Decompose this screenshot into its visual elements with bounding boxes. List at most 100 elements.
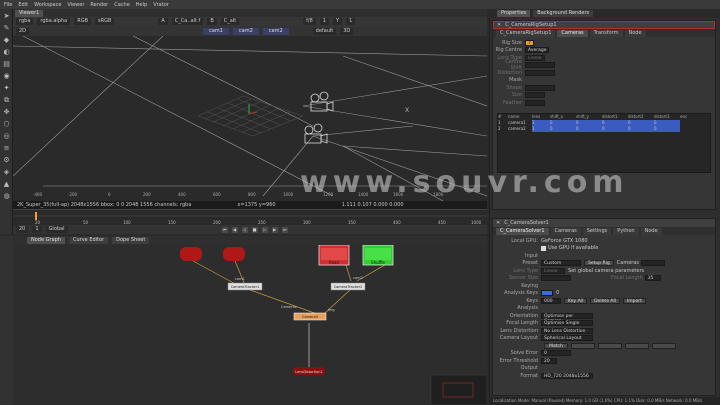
tab-properties[interactable]: Properties (497, 10, 531, 17)
play-back-icon[interactable]: ◁ (241, 226, 248, 233)
alpha-channel-select[interactable]: rgba.alpha (37, 18, 71, 25)
keys-field[interactable]: 000 (541, 297, 561, 304)
camera-layout-select[interactable]: Spherical Layout (541, 335, 593, 342)
lens-type-solver-select[interactable]: Linear (541, 267, 565, 274)
color-icon[interactable]: ◐ (2, 48, 11, 57)
subtab-transform[interactable]: Transform (589, 29, 623, 37)
subtab-cameras[interactable]: Cameras (557, 29, 588, 37)
gamma-value[interactable]: 1 (346, 18, 356, 25)
timeline[interactable]: 20 50 100 150 200 250 300 350 400 450 10… (13, 209, 487, 225)
play-icon[interactable]: ▷ (261, 226, 268, 233)
match-button[interactable]: Match (544, 342, 568, 349)
table-row[interactable]: 2 camera2 1 0 0 0 0 0 (498, 125, 710, 132)
menu-render[interactable]: Render (90, 2, 108, 8)
delete-all-button[interactable]: Delete All (590, 297, 620, 304)
input-b-label[interactable]: B (207, 18, 217, 25)
subtab-solver[interactable]: C_CameraSolver1 (496, 227, 549, 235)
orientation-select[interactable]: Optimise per Camera (541, 312, 593, 324)
analysis-keys-field[interactable] (541, 290, 553, 297)
menu-help[interactable]: Help (136, 2, 147, 8)
menu-cache[interactable]: Cache (114, 2, 130, 8)
stop-icon[interactable]: ■ (251, 226, 258, 233)
menu-vrator[interactable]: Vrator (153, 2, 169, 8)
next-key-icon[interactable]: ▶ (271, 226, 278, 233)
subtab-node[interactable]: Node (624, 29, 646, 37)
frame-field[interactable]: 20 (16, 226, 29, 233)
tab-viewer1[interactable]: Viewer1 (15, 9, 44, 17)
error-threshold-field[interactable]: 20 (541, 357, 557, 364)
tab-node-graph[interactable]: Node Graph (27, 237, 65, 244)
channel-select[interactable]: rgba (16, 18, 34, 25)
skip-start-icon[interactable]: ⏮ (221, 226, 228, 233)
tab-background-renders[interactable]: Background Renders (533, 10, 594, 17)
solve-button[interactable] (571, 342, 595, 349)
use-gpu-checkbox[interactable] (541, 245, 546, 251)
tab-dope-sheet[interactable]: Dope Sheet (112, 237, 150, 244)
tab-curve-editor[interactable]: Curve Editor (68, 237, 109, 244)
cameras-field[interactable] (641, 260, 665, 267)
import-button[interactable]: Import (622, 297, 646, 304)
filter-icon[interactable]: ◉ (2, 72, 11, 81)
node-graph[interactable]: Read Shuffle CameraTracker1 cam1 CameraT… (13, 245, 487, 405)
view-mode-select[interactable]: 3D (340, 27, 354, 35)
other-icon[interactable]: ◈ (2, 168, 11, 177)
shape-icon[interactable]: ◆ (2, 36, 11, 45)
input-b-select[interactable]: C_alt (220, 18, 240, 25)
subtab-settings[interactable]: Settings (582, 227, 612, 235)
subtab-solver-cameras[interactable]: Cameras (550, 227, 581, 235)
mask-feather-field[interactable] (525, 99, 545, 106)
toolsets-icon[interactable]: ⚙ (2, 156, 11, 165)
cam-pill-2[interactable]: cam2 (232, 27, 259, 35)
sensor-field[interactable] (541, 275, 571, 282)
cam-pill-1[interactable]: cam1 (203, 27, 229, 35)
zoom-select[interactable]: 2D (16, 27, 30, 35)
mask-shape-select[interactable] (525, 84, 555, 91)
subtab-rig-setup[interactable]: C_CameraRigSetup1 (496, 29, 556, 37)
step-field[interactable]: 1 (32, 226, 42, 233)
close-icon[interactable]: ✕ (496, 220, 500, 226)
channel-icon[interactable]: ▤ (2, 60, 11, 69)
lens-distortion-select[interactable]: No Lens Distortion (541, 327, 593, 334)
transform-icon[interactable]: ✥ (2, 108, 11, 117)
skip-end-icon[interactable]: ⏭ (281, 226, 288, 233)
lens-type-select[interactable]: Linear (525, 54, 545, 61)
metadata-icon[interactable]: ≡ (2, 144, 11, 153)
prev-key-icon[interactable]: ◀ (231, 226, 238, 233)
vr-icon[interactable]: ◍ (2, 192, 11, 201)
scope-select[interactable]: Global (45, 226, 68, 233)
keyer-icon[interactable]: ✦ (2, 84, 11, 93)
update-button[interactable] (625, 342, 649, 349)
solve-error-field[interactable]: 0 (541, 350, 571, 357)
centre-shift-field[interactable] (525, 62, 555, 69)
lut-select[interactable]: sRGB (95, 18, 115, 25)
input-a-select[interactable]: C_Ca..alt.f (171, 18, 204, 25)
refine-button[interactable] (598, 342, 622, 349)
subtab-solver-node[interactable]: Node (640, 227, 662, 235)
focal-length-select[interactable]: Optimise Single (541, 320, 593, 327)
pointer-icon[interactable]: ➤ (2, 12, 11, 21)
rig-centre-select[interactable]: Average (525, 47, 550, 54)
colorspace-select[interactable]: RGB (74, 18, 92, 25)
format-select[interactable]: HD_720 2048x1556 (541, 372, 593, 379)
mask-size-field[interactable] (525, 92, 545, 99)
close-icon[interactable]: ✕ (497, 22, 501, 28)
cam-pill-3[interactable]: cam2 (262, 27, 289, 35)
paint-icon[interactable]: ✎ (2, 24, 11, 33)
menu-file[interactable]: File (4, 2, 12, 8)
setup-rig-button[interactable]: Setup Rig (584, 260, 614, 267)
focal-length-field[interactable]: 35 (644, 275, 661, 282)
rig-size-field[interactable]: 7 (525, 39, 534, 46)
merge-icon[interactable]: ⧉ (2, 96, 11, 105)
menu-workspace[interactable]: Workspace (34, 2, 61, 8)
default-camera-select[interactable]: default (312, 27, 337, 35)
3d-icon[interactable]: ⬡ (2, 120, 11, 129)
preset-select[interactable]: Custom (541, 260, 581, 267)
furnace-icon[interactable]: ▲ (2, 180, 11, 189)
gain-value[interactable]: 1 (319, 18, 329, 25)
distortion-field[interactable] (525, 69, 555, 76)
key-all-button[interactable]: Key All (564, 297, 588, 304)
menu-edit[interactable]: Edit (18, 2, 28, 8)
reset-button[interactable] (652, 342, 676, 349)
input-a-label[interactable]: A (158, 18, 168, 25)
subtab-python[interactable]: Python (613, 227, 639, 235)
